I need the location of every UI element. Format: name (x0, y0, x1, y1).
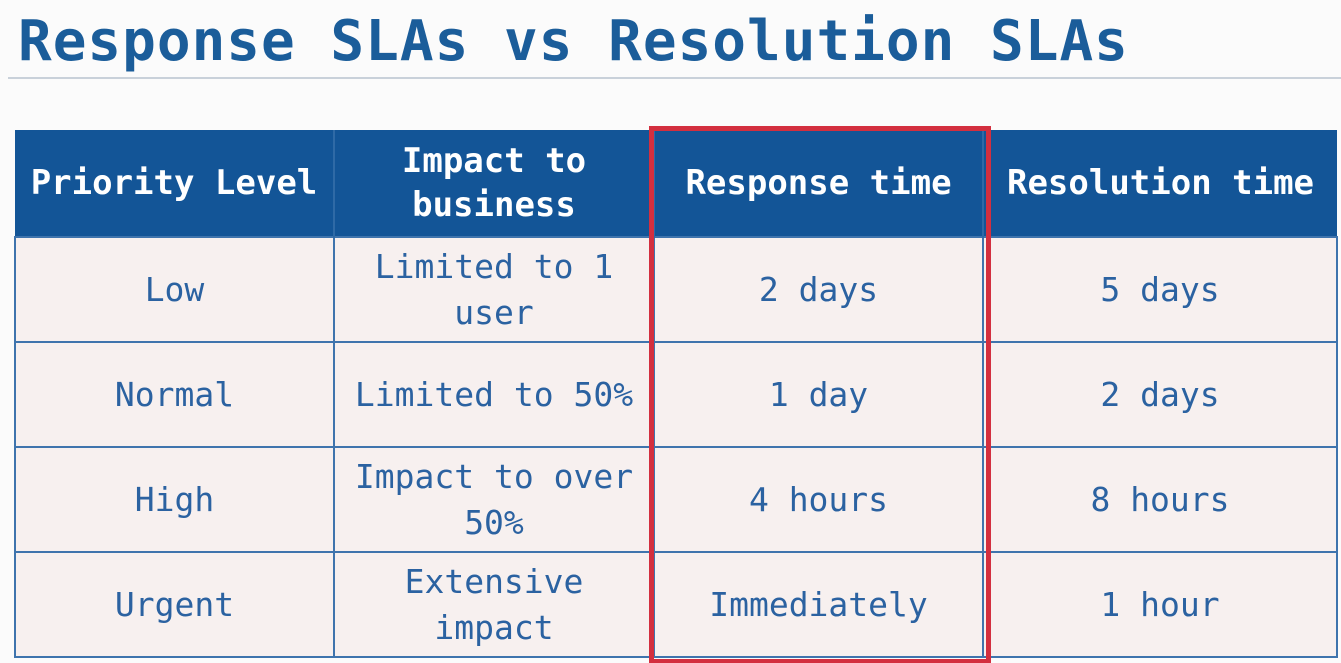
table-row: Urgent Extensive impact Immediately 1 ho… (14, 551, 1338, 658)
cell-priority: Low (14, 236, 335, 343)
slide: Response SLAs vs Resolution SLAs Priorit… (0, 0, 1341, 663)
cell-resolution: 8 hours (982, 446, 1338, 553)
header-response-time: Response time (654, 130, 984, 237)
title-divider (8, 77, 1341, 79)
header-priority-level: Priority Level (15, 130, 335, 237)
slide-title: Response SLAs vs Resolution SLAs (18, 9, 1129, 74)
cell-impact: Impact to over 50% (333, 446, 655, 553)
cell-impact: Extensive impact (333, 551, 655, 658)
table-header-row: Priority Level Impact to business Respon… (15, 130, 1337, 237)
table-row: High Impact to over 50% 4 hours 8 hours (14, 446, 1338, 553)
cell-priority: Normal (14, 341, 335, 448)
cell-resolution: 2 days (982, 341, 1338, 448)
cell-response: Immediately (653, 551, 984, 658)
header-impact-to-business: Impact to business (334, 130, 655, 237)
cell-impact: Limited to 50% (333, 341, 655, 448)
header-resolution-time: Resolution time (983, 130, 1337, 237)
table-row: Low Limited to 1 user 2 days 5 days (14, 236, 1338, 343)
cell-impact: Limited to 1 user (333, 236, 655, 343)
cell-resolution: 5 days (982, 236, 1338, 343)
table-row: Normal Limited to 50% 1 day 2 days (14, 341, 1338, 448)
cell-response: 2 days (653, 236, 984, 343)
cell-resolution: 1 hour (982, 551, 1338, 658)
cell-response: 4 hours (653, 446, 984, 553)
sla-table: Priority Level Impact to business Respon… (14, 130, 1338, 658)
cell-priority: Urgent (14, 551, 335, 658)
cell-response: 1 day (653, 341, 984, 448)
cell-priority: High (14, 446, 335, 553)
